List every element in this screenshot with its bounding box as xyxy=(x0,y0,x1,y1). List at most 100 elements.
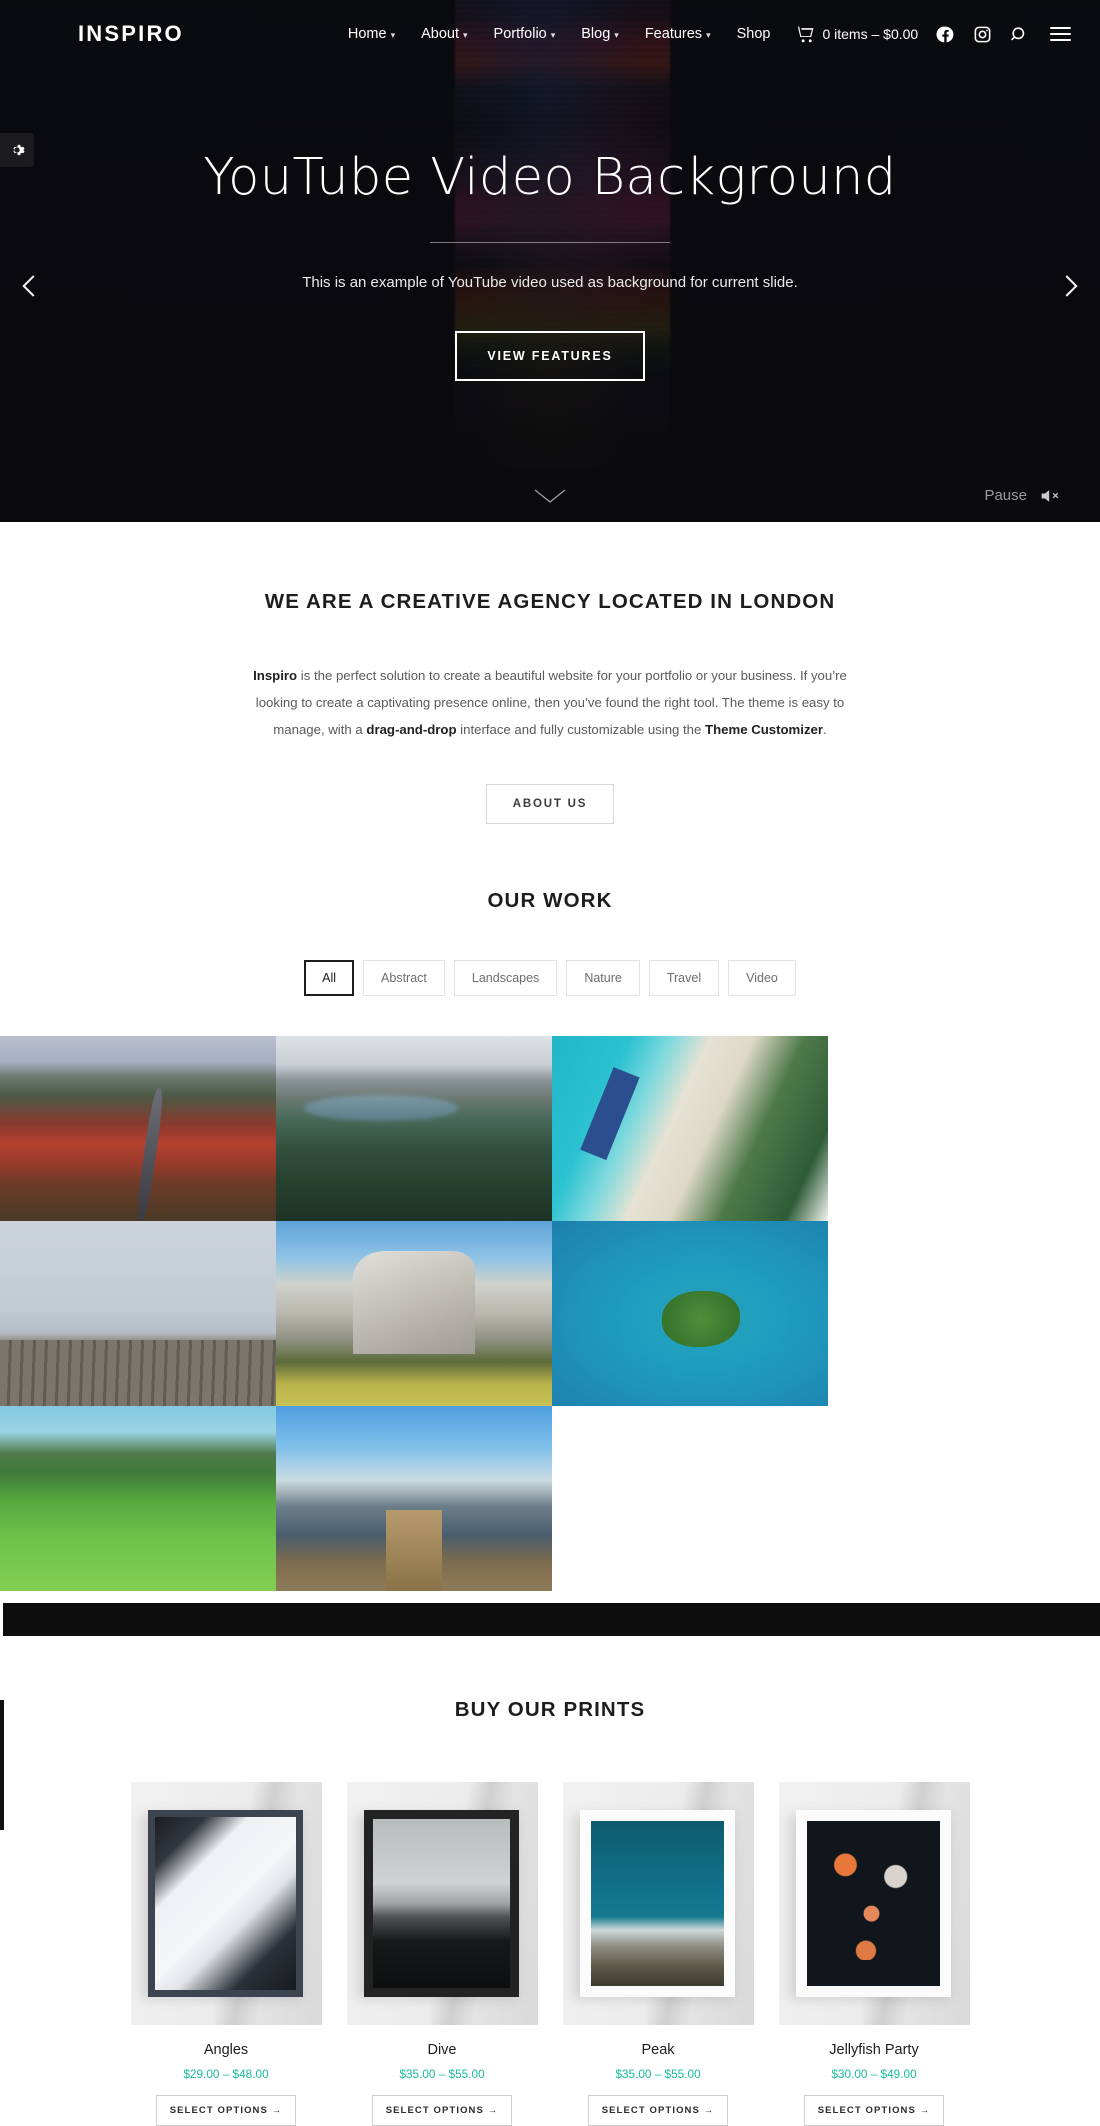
intro-bold-drag-drop: drag-and-drop xyxy=(366,722,457,738)
product-name: Dive xyxy=(427,2042,457,2059)
portfolio-tile-wooden-dock-in-fog[interactable] xyxy=(0,1221,276,1407)
product-card-angles[interactable]: Angles $29.00 – $48.00 SELECT OPTIONS → xyxy=(130,1782,322,2126)
nav-item-shop[interactable]: Shop xyxy=(737,26,771,42)
filter-all[interactable]: All xyxy=(304,960,355,997)
site-header: INSPIRO Home ▾ About ▾ Portfolio ▾ Blog … xyxy=(0,0,1100,68)
intro-paragraph: Inspiro is the perfect solution to creat… xyxy=(244,662,856,743)
chevron-down-icon: ▾ xyxy=(706,29,711,40)
product-price: $29.00 – $48.00 xyxy=(183,2067,269,2082)
portfolio-tile-venice-gondola-pier[interactable] xyxy=(276,1406,552,1592)
select-options-button[interactable]: SELECT OPTIONS → xyxy=(155,2095,297,2126)
filter-nature[interactable]: Nature xyxy=(566,960,640,997)
hero-divider xyxy=(430,242,670,244)
product-name: Peak xyxy=(641,2042,675,2059)
hero-slider: INSPIRO Home ▾ About ▾ Portfolio ▾ Blog … xyxy=(0,0,1100,522)
product-name: Jellyfish Party xyxy=(829,2042,919,2059)
site-logo[interactable]: INSPIRO xyxy=(78,21,184,47)
portfolio-filter-bar: All Abstract Landscapes Nature Travel Vi… xyxy=(0,960,1100,997)
portfolio-tile-granite-cliff-meadow[interactable] xyxy=(276,1221,552,1407)
buy-our-prints-section: BUY OUR PRINTS Angles $29.00 – $48.00 SE… xyxy=(0,1636,1100,2126)
section-divider-band xyxy=(0,1603,1100,1637)
product-image-peak[interactable] xyxy=(562,1782,754,2026)
portfolio-tile-tropical-beach-pier-aerial[interactable] xyxy=(552,1036,828,1222)
nav-label: Shop xyxy=(736,26,771,42)
product-image-angles[interactable] xyxy=(130,1782,322,2026)
product-card-dive[interactable]: Dive $35.00 – $55.00 SELECT OPTIONS → xyxy=(346,1782,538,2126)
chevron-down-icon: ▾ xyxy=(614,29,619,40)
our-work-heading: OUR WORK xyxy=(487,889,613,913)
portfolio-tile-autumn-mountain-road[interactable] xyxy=(0,1036,276,1222)
prints-heading: BUY OUR PRINTS xyxy=(454,1698,646,1722)
filter-travel[interactable]: Travel xyxy=(648,960,720,997)
intro-text-2: interface and fully customizable using t… xyxy=(456,722,706,738)
intro-section: WE ARE A CREATIVE AGENCY LOCATED IN LOND… xyxy=(0,522,1100,825)
picture-frame xyxy=(147,1810,303,1998)
filter-abstract[interactable]: Abstract xyxy=(363,960,445,997)
chevron-down-icon: ▾ xyxy=(550,29,556,40)
view-features-button[interactable]: VIEW FEATURES xyxy=(455,331,645,382)
intro-text-3: . xyxy=(823,722,827,738)
slider-next-arrow-icon[interactable] xyxy=(1046,262,1094,310)
select-options-button[interactable]: SELECT OPTIONS → xyxy=(803,2095,945,2126)
intro-bold-theme-customizer: Theme Customizer xyxy=(705,722,824,738)
product-image-jellyfish-party[interactable] xyxy=(778,1782,970,2026)
artwork-jellyfish-on-black xyxy=(806,1821,940,1987)
cart-icon xyxy=(796,25,815,44)
portfolio-tile-green-island-in-turquoise-sea[interactable] xyxy=(552,1221,828,1407)
picture-frame xyxy=(363,1810,519,1998)
scroll-down-chevron-icon[interactable] xyxy=(529,484,571,513)
filter-video[interactable]: Video xyxy=(728,960,796,997)
artwork-snowy-mountain-peak xyxy=(590,1821,724,1987)
nav-item-features[interactable]: Features ▾ xyxy=(645,26,711,42)
portfolio-tile-green-grass-field[interactable] xyxy=(0,1406,276,1592)
facebook-icon[interactable] xyxy=(936,25,955,44)
nav-item-about[interactable]: About ▾ xyxy=(421,26,467,42)
product-name: Angles xyxy=(203,2042,249,2059)
nav-item-blog[interactable]: Blog ▾ xyxy=(581,26,619,42)
page-edge-scrollbar xyxy=(0,1700,4,1830)
product-card-peak[interactable]: Peak $35.00 – $55.00 SELECT OPTIONS → xyxy=(562,1782,754,2126)
primary-nav: Home ▾ About ▾ Portfolio ▾ Blog ▾ Featur… xyxy=(348,26,771,42)
nav-item-portfolio[interactable]: Portfolio ▾ xyxy=(494,26,556,42)
hero-title: YouTube Video Background xyxy=(203,148,897,207)
chevron-down-icon: ▾ xyxy=(463,29,468,40)
product-price: $35.00 – $55.00 xyxy=(399,2067,485,2082)
intro-bold-inspiro: Inspiro xyxy=(253,668,298,683)
filter-landscapes[interactable]: Landscapes xyxy=(453,960,558,997)
hero-subtitle: This is an example of YouTube video used… xyxy=(302,274,798,292)
hamburger-menu-icon[interactable] xyxy=(1050,27,1072,41)
cart-link[interactable]: 0 items – $0.00 xyxy=(796,25,918,44)
intro-heading: WE ARE A CREATIVE AGENCY LOCATED IN LOND… xyxy=(264,590,836,613)
nav-label: Home xyxy=(347,26,387,42)
chevron-down-icon: ▾ xyxy=(390,29,396,40)
portfolio-grid xyxy=(0,1036,828,1592)
portfolio-tile-alpine-lake-and-forest[interactable] xyxy=(276,1036,552,1222)
pause-button[interactable]: Pause xyxy=(984,487,1027,504)
product-image-dive[interactable] xyxy=(346,1782,538,2026)
nav-label: Portfolio xyxy=(493,26,547,42)
nav-label: About xyxy=(421,26,459,42)
product-list: Angles $29.00 – $48.00 SELECT OPTIONS → … xyxy=(0,1782,1100,2126)
instagram-icon[interactable] xyxy=(973,25,992,44)
product-price: $35.00 – $55.00 xyxy=(615,2067,701,2082)
about-us-button[interactable]: ABOUT US xyxy=(485,784,615,825)
nav-label: Blog xyxy=(581,26,611,42)
gear-icon[interactable] xyxy=(0,133,34,167)
cart-label: 0 items – $0.00 xyxy=(822,26,919,42)
mute-icon[interactable] xyxy=(1040,488,1060,504)
hero-content: YouTube Video Background This is an exam… xyxy=(0,0,1100,522)
slider-prev-arrow-icon[interactable] xyxy=(6,262,54,310)
hero-media-controls: Pause xyxy=(984,487,1060,504)
nav-item-home[interactable]: Home ▾ xyxy=(348,26,395,42)
product-price: $30.00 – $49.00 xyxy=(831,2067,917,2082)
artwork-skyscrapers-looking-up xyxy=(154,1817,296,1991)
select-options-button[interactable]: SELECT OPTIONS → xyxy=(587,2095,729,2126)
search-icon[interactable] xyxy=(1010,25,1029,44)
select-options-button[interactable]: SELECT OPTIONS → xyxy=(371,2095,513,2126)
header-actions: 0 items – $0.00 xyxy=(796,25,1072,44)
picture-frame xyxy=(795,1810,951,1998)
our-work-section: OUR WORK All Abstract Landscapes Nature … xyxy=(0,889,1100,1637)
artwork-swimmer-in-water-bw xyxy=(372,1819,510,1989)
nav-label: Features xyxy=(644,26,703,42)
product-card-jellyfish-party[interactable]: Jellyfish Party $30.00 – $49.00 SELECT O… xyxy=(778,1782,970,2126)
